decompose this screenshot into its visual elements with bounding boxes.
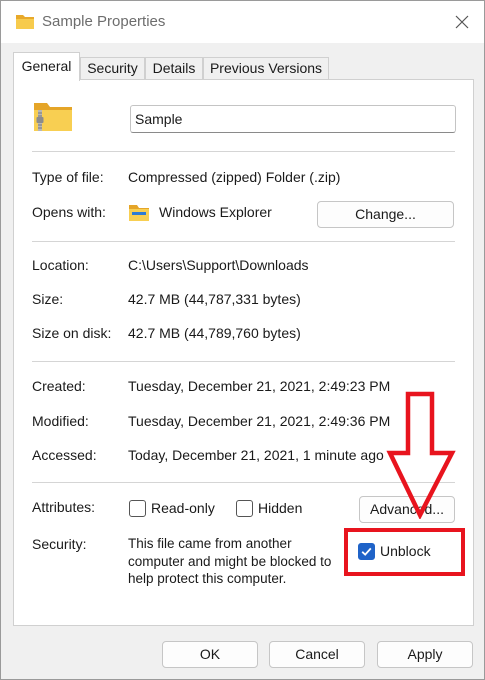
opens-with-value: Windows Explorer (159, 204, 272, 220)
cancel-button[interactable]: Cancel (269, 641, 365, 668)
security-label: Security: (32, 536, 87, 552)
security-text-line-1: This file came from another (128, 536, 292, 551)
window-title: Sample Properties (42, 13, 166, 30)
annotation-highlight-box (344, 528, 465, 576)
hidden-checkbox[interactable] (236, 500, 253, 517)
size-on-disk-value: 42.7 MB (44,789,760 bytes) (128, 325, 301, 341)
close-button[interactable] (447, 9, 477, 35)
ok-button[interactable]: OK (162, 641, 258, 668)
apply-button[interactable]: Apply (377, 641, 473, 668)
modified-label: Modified: (32, 413, 89, 429)
size-label: Size: (32, 291, 64, 307)
tab-previous-versions[interactable]: Previous Versions (203, 57, 329, 79)
tab-security[interactable]: Security (80, 57, 145, 79)
security-text-line-2: computer and might be blocked to (128, 554, 332, 569)
file-name-input[interactable] (130, 105, 456, 133)
accessed-value: Today, December 21, 2021, 1 minute ago (128, 447, 384, 463)
title-bar: Sample Properties (1, 1, 484, 43)
type-value: Compressed (zipped) Folder (.zip) (128, 169, 341, 185)
change-button[interactable]: Change... (317, 201, 454, 228)
read-only-checkbox[interactable] (129, 500, 146, 517)
read-only-label[interactable]: Read-only (151, 500, 215, 516)
opens-with-label: Opens with: (32, 204, 106, 220)
modified-value: Tuesday, December 21, 2021, 2:49:36 PM (128, 413, 391, 429)
type-label: Type of file: (32, 169, 104, 185)
tab-general[interactable]: General (13, 52, 80, 81)
tab-details[interactable]: Details (145, 57, 203, 79)
hidden-label[interactable]: Hidden (258, 500, 302, 516)
location-value: C:\Users\Support\Downloads (128, 257, 309, 273)
security-text-line-3: help protect this computer. (128, 571, 287, 586)
attributes-label: Attributes: (32, 499, 96, 515)
location-label: Location: (32, 257, 89, 273)
folder-icon (16, 15, 34, 29)
zip-folder-icon (34, 103, 72, 131)
created-label: Created: (32, 378, 86, 394)
size-on-disk-label: Size on disk: (32, 325, 112, 341)
windows-explorer-icon (129, 205, 149, 221)
separator (32, 151, 455, 152)
separator (32, 361, 455, 362)
created-value: Tuesday, December 21, 2021, 2:49:23 PM (128, 378, 391, 394)
separator (32, 241, 455, 242)
annotation-arrow-icon (386, 391, 456, 519)
close-icon (455, 15, 469, 29)
accessed-label: Accessed: (32, 447, 97, 463)
size-value: 42.7 MB (44,787,331 bytes) (128, 291, 301, 307)
properties-dialog: Sample Properties General Security Detai… (0, 0, 485, 680)
